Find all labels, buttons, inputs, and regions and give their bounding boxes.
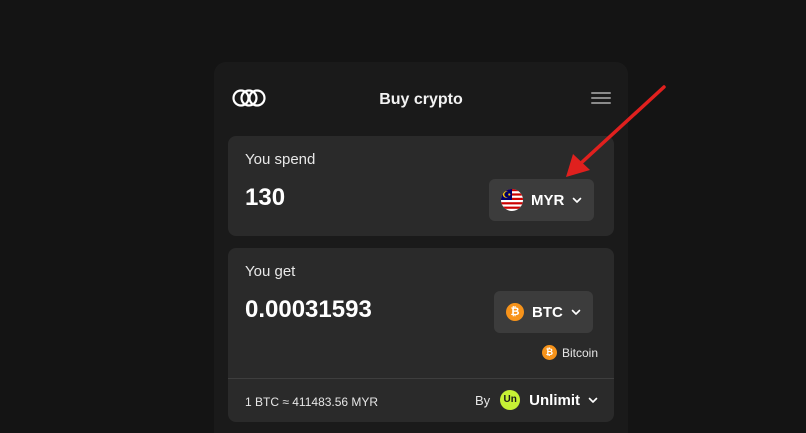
chevron-down-icon [588, 397, 598, 403]
get-amount: 0.00031593 [245, 296, 372, 323]
spend-label: You spend [245, 151, 316, 168]
divider [228, 378, 614, 379]
provider-selector[interactable]: By Un Unlimit [475, 390, 598, 410]
chevron-down-icon [573, 197, 582, 203]
spend-card: You spend MYR [228, 136, 614, 236]
unlimit-logo-icon: Un [500, 390, 521, 410]
bitcoin-icon: ₿ [506, 303, 524, 321]
bitcoin-network-icon: ₿ [541, 345, 557, 360]
hamburger-menu-icon[interactable] [591, 90, 613, 106]
provider-name: Unlimit [529, 391, 580, 409]
page-title: Buy crypto [379, 91, 463, 108]
crypto-currency-selector[interactable]: ₿ BTC [494, 291, 593, 333]
network-name: Bitcoin [561, 345, 598, 360]
crypto-currency-code: BTC [532, 303, 563, 321]
chevron-down-icon [571, 309, 581, 315]
spend-amount-input[interactable] [245, 184, 445, 212]
get-label: You get [245, 263, 296, 280]
widget-header: Buy crypto [214, 62, 628, 136]
exchange-rate: 1 BTC ≈ 411483.56 MYR [245, 395, 379, 409]
get-card: You get 0.00031593 ₿ BTC ₿ Bitcoin 1 BTC… [228, 248, 614, 422]
network-badge: ₿ Bitcoin [541, 345, 598, 360]
buy-crypto-widget: Buy crypto You spend 130 MYR You get 0.0… [214, 62, 628, 433]
fiat-currency-code: MYR [531, 191, 565, 209]
provider-by-label: By [474, 392, 491, 408]
malaysia-flag-icon [501, 189, 523, 211]
fiat-currency-selector[interactable]: MYR [489, 179, 595, 221]
